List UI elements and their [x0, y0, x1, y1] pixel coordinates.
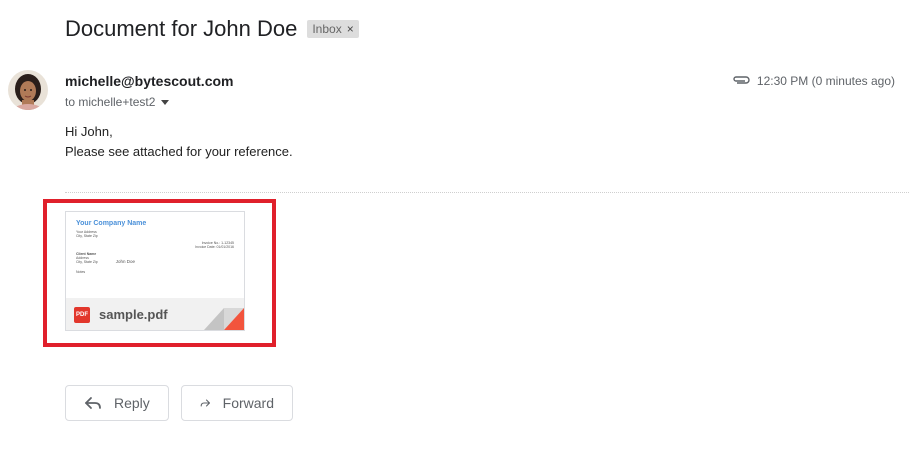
- reply-arrow-icon: [85, 397, 101, 409]
- chevron-down-icon[interactable]: [161, 99, 170, 105]
- preview-invoice-date: Invoice Date: 01/01/2016: [195, 245, 234, 249]
- pdf-icon: PDF: [74, 306, 90, 323]
- message-meta: 12:30 PM (0 minutes ago): [732, 74, 895, 88]
- inbox-label-chip[interactable]: Inbox ×: [307, 20, 359, 38]
- attachment-card[interactable]: Your Company Name Your Address City, Sta…: [65, 211, 245, 331]
- body-line: Please see attached for your reference.: [65, 144, 293, 159]
- label-text: Inbox: [312, 22, 342, 36]
- timestamp: 12:30 PM (0 minutes ago): [756, 74, 895, 88]
- forward-arrow-icon: [200, 399, 210, 407]
- forward-label: Forward: [222, 395, 274, 411]
- preview-client-addr-2: City, State Zip: [76, 260, 98, 264]
- reply-button[interactable]: Reply: [65, 385, 169, 421]
- forward-button[interactable]: Forward: [181, 385, 293, 421]
- preview-notes: Notes: [76, 270, 86, 274]
- preview-company-name: Your Company Name: [76, 220, 147, 227]
- body-line: Hi John,: [65, 124, 113, 139]
- reply-label: Reply: [114, 395, 150, 411]
- divider: [65, 192, 909, 193]
- recipients-line: to michelle+test2: [65, 95, 170, 109]
- recipients-text: to michelle+test2: [65, 95, 156, 109]
- attachment-preview[interactable]: Your Company Name Your Address City, Sta…: [66, 212, 244, 298]
- subject-row: Document for John Doe Inbox ×: [65, 16, 359, 42]
- paperclip-icon: [732, 74, 750, 88]
- email-body: Hi John, Please see attached for your re…: [65, 122, 293, 162]
- email-subject: Document for John Doe: [65, 16, 298, 41]
- preview-client-name: John Doe: [115, 259, 135, 264]
- sender-email[interactable]: michelle@bytescout.com: [65, 73, 233, 89]
- page-fold-icon: [204, 308, 244, 330]
- avatar: [8, 70, 48, 110]
- remove-label-icon[interactable]: ×: [347, 22, 354, 36]
- preview-address-2: City, State Zip: [76, 234, 98, 238]
- attachment-filename[interactable]: sample.pdf: [99, 307, 168, 322]
